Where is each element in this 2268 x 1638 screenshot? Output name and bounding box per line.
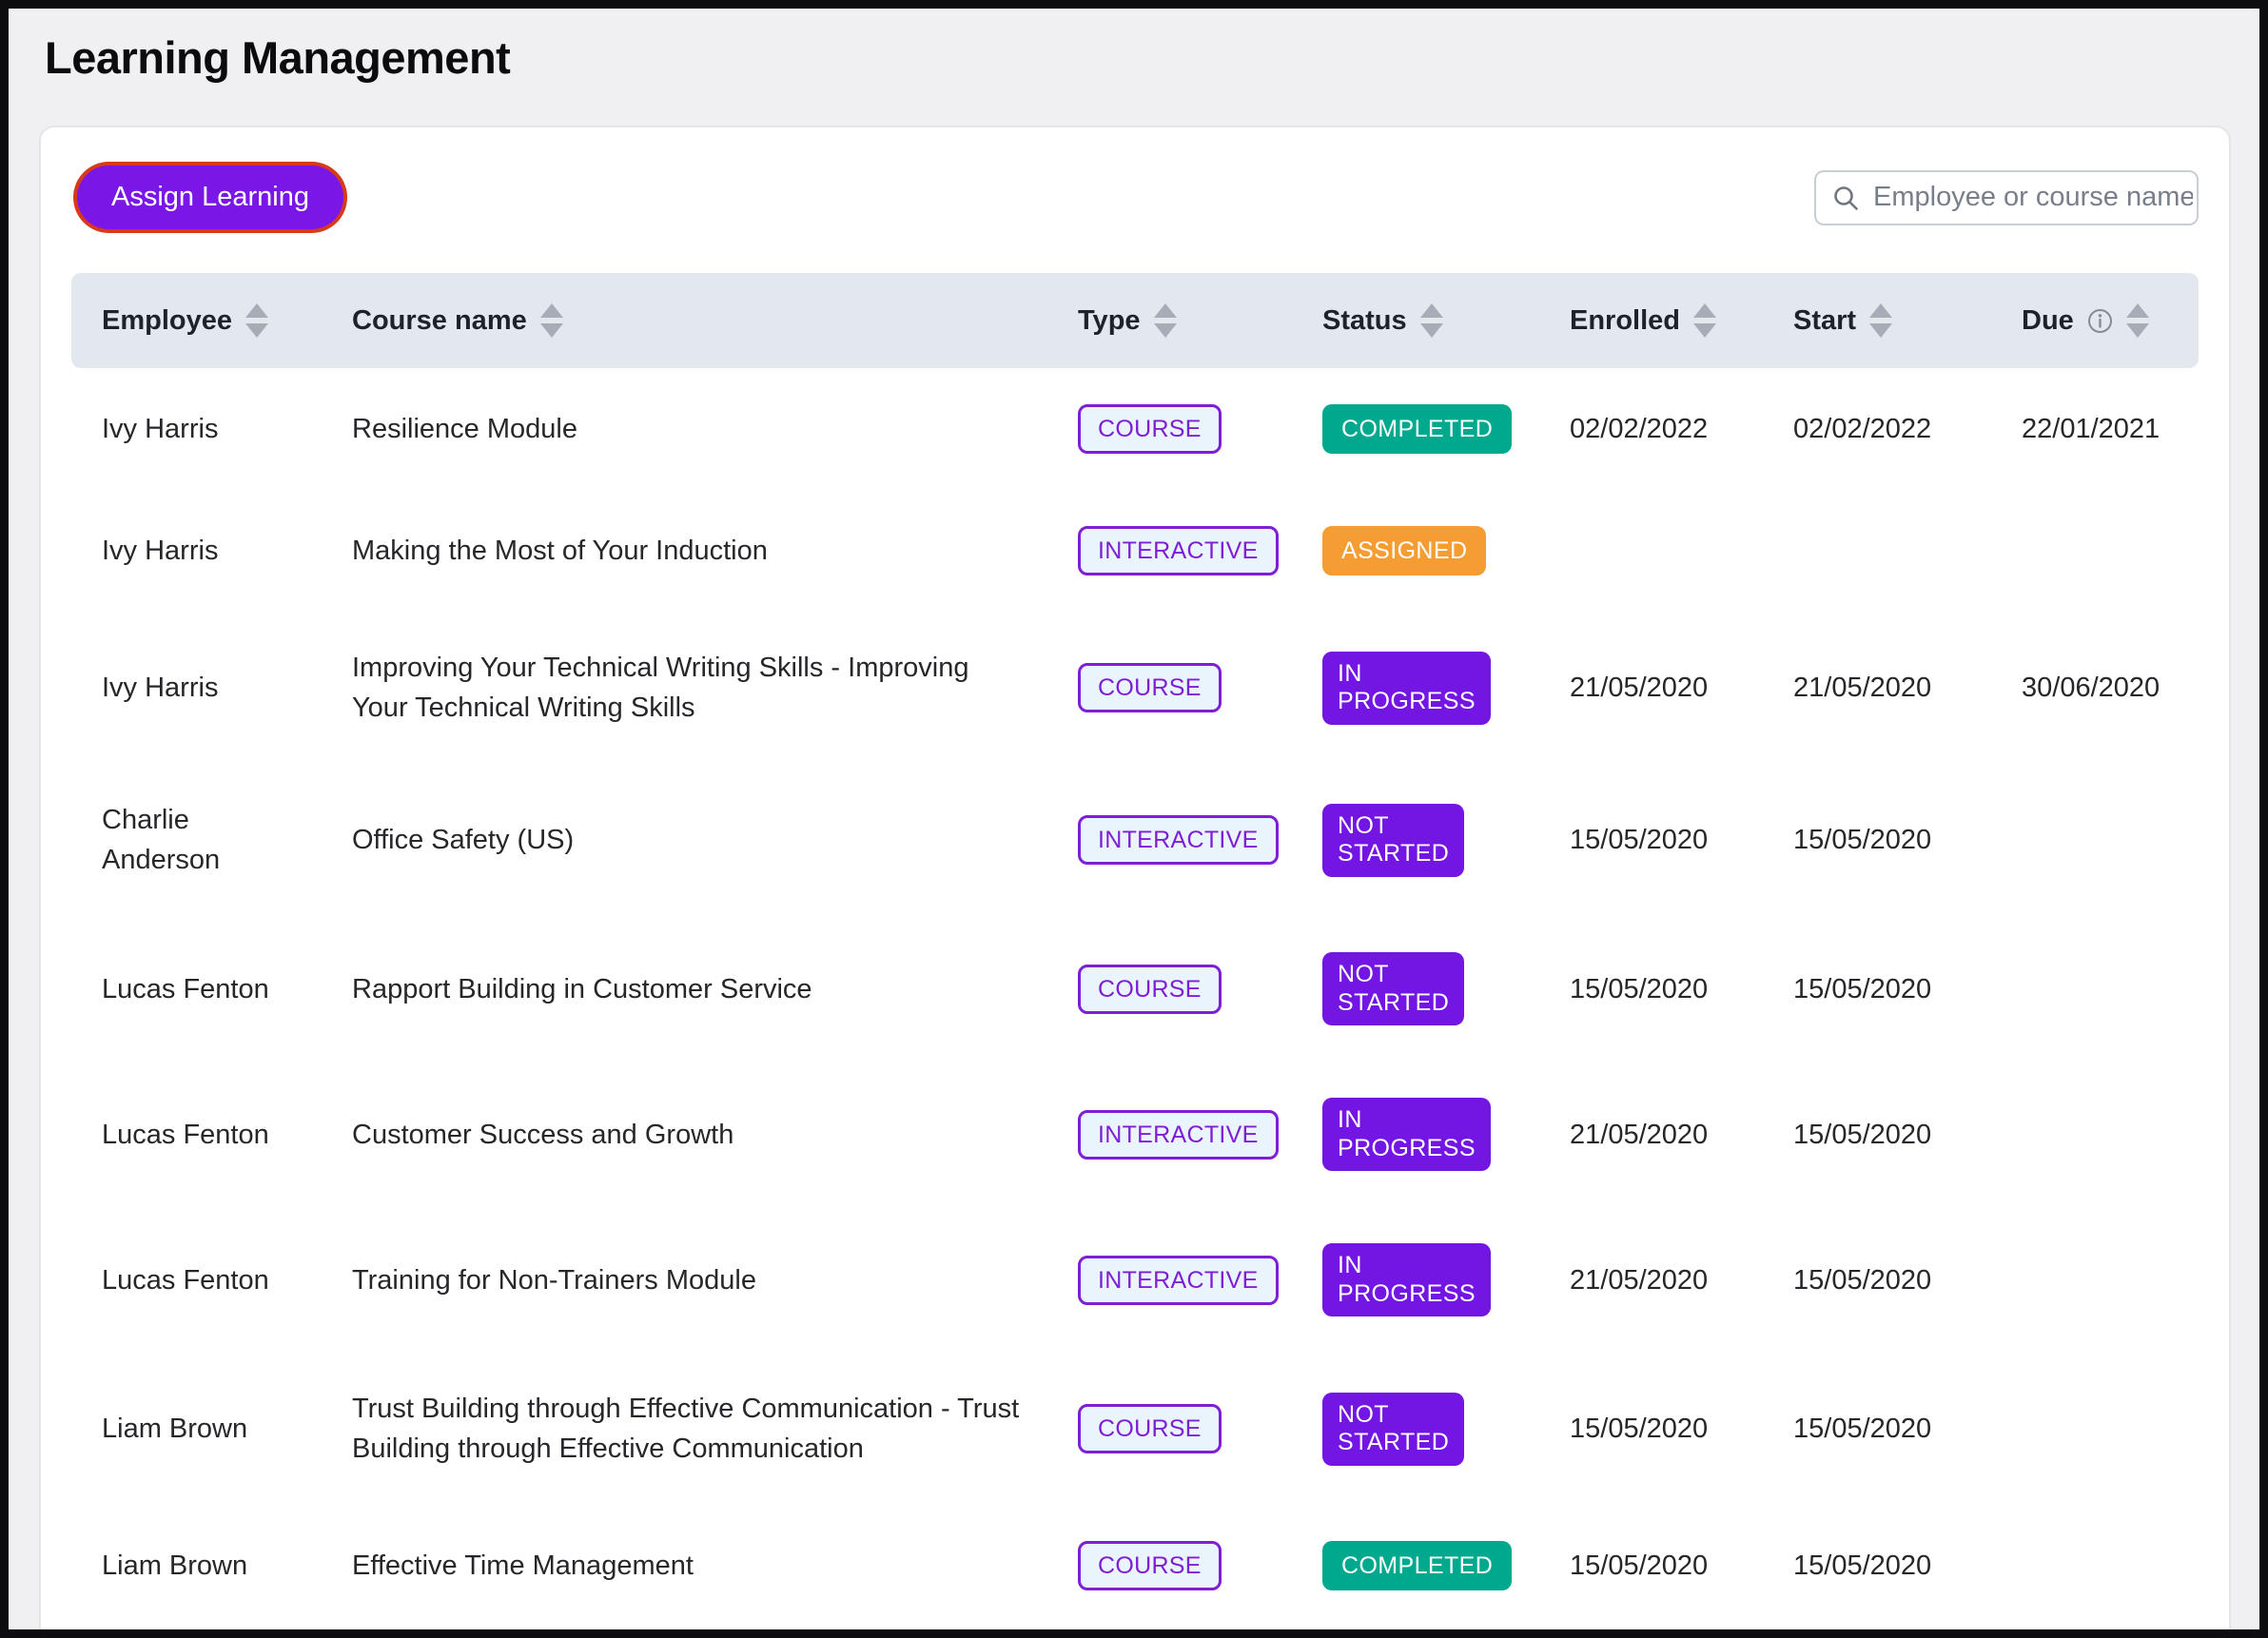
course-name: Effective Time Management <box>352 1546 1078 1586</box>
enrolled-date: 21/05/2020 <box>1570 1115 1793 1155</box>
status-badge: IN PROGRESS <box>1322 1098 1491 1171</box>
column-header-label: Type <box>1078 305 1141 337</box>
column-header-start[interactable]: Start <box>1793 303 2022 338</box>
course-name: Resilience Module <box>352 409 1078 449</box>
course-name: Office Safety (US) <box>352 820 1078 860</box>
type-badge: COURSE <box>1078 965 1222 1014</box>
course-name: Making the Most of Your Induction <box>352 531 1078 571</box>
column-header-employee[interactable]: Employee <box>71 303 352 338</box>
employee-name: Ivy Harris <box>71 409 352 449</box>
status-badge: IN PROGRESS <box>1322 1243 1491 1316</box>
table-header-row: Employee Course name Type <box>71 273 2199 368</box>
course-name: Training for Non-Trainers Module <box>352 1260 1078 1300</box>
table-row: Ivy Harris Resilience Module COURSE COMP… <box>71 368 2199 490</box>
employee-name: Liam Brown <box>71 1546 352 1586</box>
column-header-label: Status <box>1322 305 1407 337</box>
table-row: Ivy Harris Making the Most of Your Induc… <box>71 490 2199 612</box>
sort-arrows-icon[interactable] <box>1693 303 1716 338</box>
employee-name: Charlie Anderson <box>71 800 352 880</box>
column-header-label: Start <box>1793 305 1856 337</box>
start-date: 15/05/2020 <box>1793 1115 2022 1155</box>
status-badge: ASSIGNED <box>1322 526 1486 575</box>
employee-name: Lucas Fenton <box>71 1115 352 1155</box>
table-row: Liam Brown Effective Time Management COU… <box>71 1505 2199 1627</box>
column-header-label: Due <box>2022 305 2074 337</box>
start-date: 15/05/2020 <box>1793 820 2022 860</box>
due-date: 30/06/2020 <box>2022 668 2199 708</box>
table-row: Ivy Harris Improving Your Technical Writ… <box>71 612 2199 764</box>
learning-management-card: Assign Learning Employee Course name <box>39 126 2231 1638</box>
sort-arrows-icon[interactable] <box>2126 303 2149 338</box>
toolbar: Assign Learning <box>71 166 2199 229</box>
page-title: Learning Management <box>45 31 2259 84</box>
employee-name: Lucas Fenton <box>71 969 352 1009</box>
employee-name: Lucas Fenton <box>71 1260 352 1300</box>
type-badge: INTERACTIVE <box>1078 1110 1279 1160</box>
column-header-label: Course name <box>352 305 527 337</box>
enrolled-date: 15/05/2020 <box>1570 1546 1793 1586</box>
enrolled-date: 15/05/2020 <box>1570 820 1793 860</box>
employee-name: Ivy Harris <box>71 531 352 571</box>
start-date: 02/02/2022 <box>1793 409 2022 449</box>
app-window: Learning Management Assign Learning Empl… <box>0 0 2268 1638</box>
type-badge: COURSE <box>1078 663 1222 712</box>
column-header-status[interactable]: Status <box>1322 303 1570 338</box>
status-badge: COMPLETED <box>1322 404 1512 454</box>
status-badge: IN PROGRESS <box>1322 652 1491 725</box>
course-name: Improving Your Technical Writing Skills … <box>352 648 1078 728</box>
type-badge: COURSE <box>1078 404 1222 454</box>
employee-name: Liam Brown <box>71 1409 352 1449</box>
status-badge: NOT STARTED <box>1322 804 1464 877</box>
table-row: Lucas Fenton Customer Success and Growth… <box>71 1062 2199 1207</box>
start-date: 15/05/2020 <box>1793 1409 2022 1449</box>
type-badge: INTERACTIVE <box>1078 1256 1279 1305</box>
table-row: Lucas Fenton Rapport Building in Custome… <box>71 916 2199 1062</box>
enrolled-date: 21/05/2020 <box>1570 668 1793 708</box>
table-body: Ivy Harris Resilience Module COURSE COMP… <box>71 368 2199 1638</box>
column-header-label: Enrolled <box>1570 305 1680 337</box>
column-header-course-name[interactable]: Course name <box>352 303 1078 338</box>
course-name: Rapport Building in Customer Service <box>352 969 1078 1009</box>
course-name: Customer Success and Growth <box>352 1115 1078 1155</box>
course-name: Trust Building through Effective Communi… <box>352 1389 1078 1469</box>
table-row: Lucas Fenton Training for Non-Trainers M… <box>71 1207 2199 1353</box>
assign-learning-button[interactable]: Assign Learning <box>77 166 343 229</box>
type-badge: COURSE <box>1078 1541 1222 1590</box>
table-row: Charlie Anderson Office Safety (US) INTE… <box>71 764 2199 916</box>
sort-arrows-icon[interactable] <box>245 303 268 338</box>
sort-arrows-icon[interactable] <box>1869 303 1892 338</box>
sort-arrows-icon[interactable] <box>540 303 563 338</box>
type-badge: COURSE <box>1078 1404 1222 1453</box>
search-icon <box>1831 184 1860 212</box>
search-input[interactable] <box>1871 181 2195 214</box>
due-date: 22/01/2021 <box>2022 409 2199 449</box>
info-icon <box>2087 308 2113 334</box>
table-row: Liam Brown Trust Building through Effect… <box>71 1353 2199 1505</box>
enrolled-date: 15/05/2020 <box>1570 1409 1793 1449</box>
enrolled-date: 21/05/2020 <box>1570 1260 1793 1300</box>
table-row: Ivy Harris Clarity and Conciseness in Bu… <box>71 1627 2199 1638</box>
employee-name: Ivy Harris <box>71 668 352 708</box>
column-header-due[interactable]: Due <box>2022 303 2199 338</box>
column-header-type[interactable]: Type <box>1078 303 1322 338</box>
search-box[interactable] <box>1814 170 2199 225</box>
enrolled-date: 02/02/2022 <box>1570 409 1793 449</box>
type-badge: INTERACTIVE <box>1078 815 1279 865</box>
start-date: 15/05/2020 <box>1793 1260 2022 1300</box>
start-date: 21/05/2020 <box>1793 668 2022 708</box>
enrolled-date: 15/05/2020 <box>1570 969 1793 1009</box>
status-badge: COMPLETED <box>1322 1541 1512 1590</box>
column-header-enrolled[interactable]: Enrolled <box>1570 303 1793 338</box>
start-date: 15/05/2020 <box>1793 969 2022 1009</box>
start-date: 15/05/2020 <box>1793 1546 2022 1586</box>
sort-arrows-icon[interactable] <box>1154 303 1177 338</box>
sort-arrows-icon[interactable] <box>1420 303 1443 338</box>
type-badge: INTERACTIVE <box>1078 526 1279 575</box>
status-badge: NOT STARTED <box>1322 952 1464 1025</box>
column-header-label: Employee <box>102 305 232 337</box>
status-badge: NOT STARTED <box>1322 1393 1464 1466</box>
